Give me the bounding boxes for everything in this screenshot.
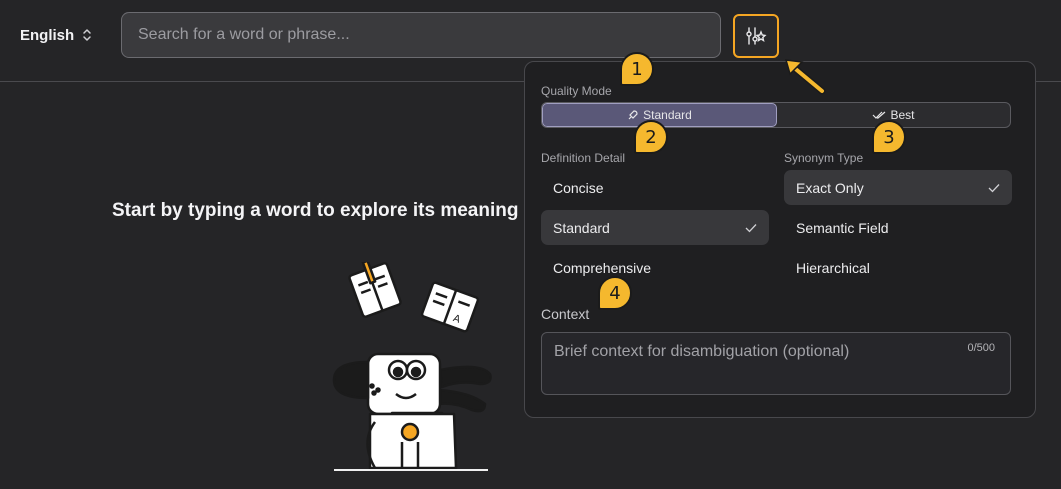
option-label: Concise: [553, 179, 604, 196]
context-textarea[interactable]: [542, 333, 1010, 394]
empty-state-title: Start by typing a word to explore its me…: [112, 200, 519, 221]
synonym-option-hierarchical[interactable]: Hierarchical: [784, 250, 1012, 285]
check-icon: [988, 183, 1000, 192]
option-label: Exact Only: [796, 179, 864, 196]
callout-number: 1: [631, 58, 643, 80]
callout-badge-3: 3: [872, 120, 906, 154]
language-selector[interactable]: English: [20, 26, 92, 44]
option-label: Semantic Field: [796, 219, 889, 236]
definition-detail-label: Definition Detail: [541, 151, 626, 165]
quality-mode-label: Quality Mode: [541, 84, 612, 98]
callout-badge-2: 2: [634, 120, 668, 154]
chevron-up-down-icon: [83, 29, 91, 41]
character-counter: 0/500: [967, 342, 995, 354]
sliders-sparkle-icon: [746, 27, 767, 45]
callout-number: 2: [645, 126, 657, 148]
rocket-icon: [628, 110, 638, 120]
check-icon: [745, 223, 757, 232]
callout-number: 3: [883, 126, 895, 148]
settings-panel: Quality Mode Standard Best Definition De…: [524, 61, 1036, 418]
option-label: Hierarchical: [796, 259, 870, 276]
callout-badge-1: 1: [620, 52, 654, 86]
synonym-type-label: Synonym Type: [784, 151, 864, 165]
definition-option-standard[interactable]: Standard: [541, 210, 769, 245]
pointer-arrow-icon: [784, 59, 826, 95]
context-field: 0/500: [541, 332, 1011, 395]
option-label: Comprehensive: [553, 259, 652, 276]
synonym-option-semantic-field[interactable]: Semantic Field: [784, 210, 1012, 245]
option-label: Standard: [553, 219, 610, 236]
quality-mode-toggle: Standard Best: [541, 102, 1011, 128]
synonym-option-exact-only[interactable]: Exact Only: [784, 170, 1012, 205]
settings-filter-button[interactable]: [733, 14, 779, 58]
callout-number: 4: [609, 282, 621, 304]
search-input[interactable]: [121, 12, 721, 58]
dog-reading-illustration: A: [332, 262, 492, 471]
context-label: Context: [541, 306, 590, 322]
definition-option-comprehensive[interactable]: Comprehensive: [541, 250, 769, 285]
double-check-icon: [873, 111, 886, 119]
language-label: English: [20, 26, 75, 44]
callout-badge-4: 4: [598, 276, 632, 310]
definition-option-concise[interactable]: Concise: [541, 170, 769, 205]
